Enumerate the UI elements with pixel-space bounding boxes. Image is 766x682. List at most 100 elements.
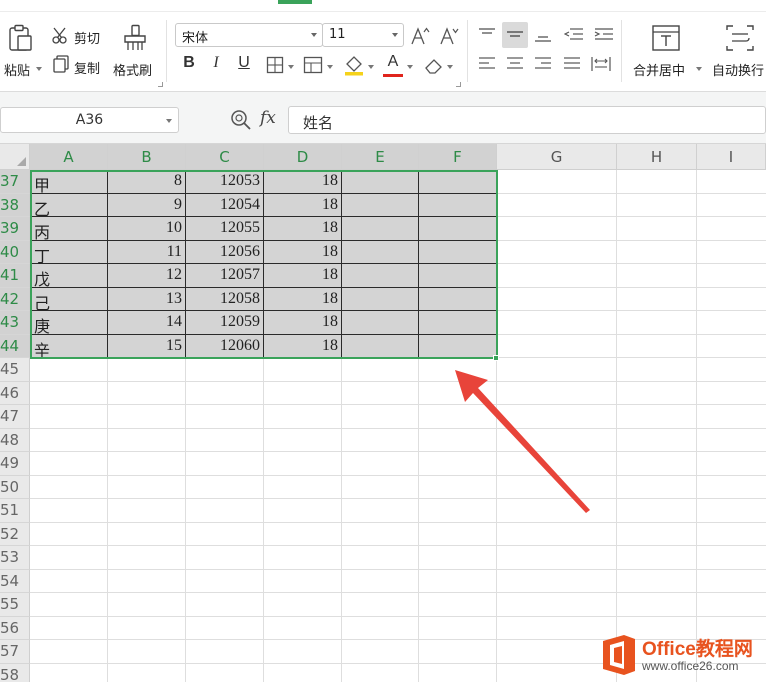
column-header-g[interactable]: G	[497, 144, 617, 170]
bold-button[interactable]: B	[180, 54, 198, 72]
ribbon-toolbar: 粘贴 剪切 复制 格式刷 宋体 11 B I U A 合并居中 自动换行	[0, 0, 766, 92]
active-tab-indicator	[278, 0, 312, 4]
row-header[interactable]: 40	[0, 240, 30, 264]
align-right-icon[interactable]	[534, 56, 552, 72]
name-box-value: A36	[75, 112, 104, 128]
copy-icon[interactable]	[53, 55, 69, 73]
row-header[interactable]: 44	[0, 334, 30, 358]
row-header[interactable]: 42	[0, 287, 30, 311]
decrease-indent-icon[interactable]	[564, 27, 584, 43]
ribbon-divider	[621, 20, 622, 82]
cell-style-dropdown-arrow[interactable]	[327, 65, 333, 69]
row-header[interactable]: 52	[0, 522, 30, 546]
font-name-select[interactable]: 宋体	[175, 23, 323, 47]
column-header-i[interactable]: I	[697, 144, 766, 170]
row-header[interactable]: 41	[0, 264, 30, 288]
wrap-text-icon[interactable]	[725, 24, 755, 52]
row-header[interactable]: 51	[0, 499, 30, 523]
column-header-b[interactable]: B	[108, 144, 186, 170]
row-header[interactable]: 38	[0, 193, 30, 217]
grid-column-line	[696, 170, 697, 682]
align-bottom-icon[interactable]	[534, 27, 552, 43]
row-header[interactable]: 50	[0, 475, 30, 499]
scissors-icon[interactable]	[52, 27, 70, 45]
watermark-url: www.office26.com	[642, 659, 739, 673]
select-all-corner[interactable]	[0, 144, 30, 170]
increase-indent-icon[interactable]	[594, 27, 614, 43]
align-center-icon[interactable]	[506, 56, 524, 72]
align-top-icon[interactable]	[478, 27, 496, 43]
ribbon-tab-strip	[0, 0, 766, 12]
merge-center-icon[interactable]	[651, 24, 681, 52]
merge-center-button[interactable]: 合并居中	[633, 60, 685, 79]
paste-dropdown-arrow[interactable]	[36, 67, 42, 71]
cell-style-icon[interactable]	[303, 56, 323, 74]
fill-color-dropdown-arrow[interactable]	[368, 65, 374, 69]
row-header[interactable]: 56	[0, 616, 30, 640]
copy-button[interactable]: 复制	[74, 58, 100, 77]
row-header[interactable]: 57	[0, 640, 30, 664]
grid-row-line	[30, 545, 766, 546]
spreadsheet-grid[interactable]: A B C D E F G H I 37 38 39 40 41 42 43 44 45 46 47 48 49 50 51 5…	[0, 144, 766, 682]
cut-button[interactable]: 剪切	[74, 28, 100, 47]
grid-row-line	[30, 592, 766, 593]
annotation-arrow	[455, 370, 590, 513]
font-name-value: 宋体	[182, 31, 209, 46]
column-header-a[interactable]: A	[30, 144, 108, 170]
row-header[interactable]: 48	[0, 428, 30, 452]
column-header-e[interactable]: E	[342, 144, 419, 170]
row-header[interactable]: 58	[0, 663, 30, 682]
row-header[interactable]: 43	[0, 311, 30, 335]
column-header-d[interactable]: D	[264, 144, 342, 170]
row-header[interactable]: 55	[0, 593, 30, 617]
grid-row-line	[30, 615, 766, 617]
eraser-icon[interactable]	[423, 55, 445, 75]
paste-icon[interactable]	[8, 24, 34, 52]
clear-dropdown-arrow[interactable]	[447, 65, 453, 69]
borders-icon[interactable]	[266, 56, 284, 74]
row-header[interactable]: 39	[0, 217, 30, 241]
fill-handle[interactable]	[493, 355, 499, 361]
column-header-c[interactable]: C	[186, 144, 264, 170]
row-header[interactable]: 45	[0, 358, 30, 382]
justify-icon[interactable]	[563, 56, 581, 72]
align-middle-button[interactable]	[502, 22, 528, 48]
format-painter-button[interactable]: 格式刷	[113, 60, 152, 79]
grid-row-line	[30, 568, 766, 570]
row-header[interactable]: 49	[0, 452, 30, 476]
column-header-h[interactable]: H	[617, 144, 697, 170]
decrease-font-size-icon[interactable]	[439, 26, 459, 46]
align-left-icon[interactable]	[478, 56, 496, 72]
grid-row-line	[30, 427, 766, 429]
increase-font-size-icon[interactable]	[410, 26, 430, 46]
merge-dropdown-arrow[interactable]	[696, 67, 702, 71]
fill-color-icon[interactable]	[343, 54, 365, 76]
align-middle-icon	[507, 31, 523, 37]
row-header[interactable]: 46	[0, 381, 30, 405]
row-header[interactable]: 54	[0, 569, 30, 593]
italic-button[interactable]: I	[207, 54, 225, 72]
row-header[interactable]: 37	[0, 170, 30, 194]
column-header-f[interactable]: F	[419, 144, 497, 170]
grid-row-line	[30, 498, 766, 499]
font-color-dropdown-arrow[interactable]	[407, 65, 413, 69]
distributed-align-icon[interactable]	[591, 55, 611, 73]
name-box[interactable]: A36	[0, 107, 179, 133]
watermark-title: Office教程网	[642, 639, 753, 660]
format-painter-icon[interactable]	[122, 24, 148, 52]
grid-row-line	[30, 404, 766, 405]
formula-input[interactable]: 姓名	[288, 106, 766, 134]
row-header[interactable]: 47	[0, 405, 30, 429]
wrap-text-button[interactable]: 自动换行	[712, 60, 764, 79]
zoom-search-icon[interactable]	[230, 109, 252, 131]
borders-dropdown-arrow[interactable]	[288, 65, 294, 69]
clipboard-group-launcher[interactable]	[158, 82, 163, 87]
row-header[interactable]: 53	[0, 546, 30, 570]
font-group-launcher[interactable]	[456, 82, 461, 87]
font-color-button[interactable]: A	[384, 53, 402, 71]
underline-button[interactable]: U	[235, 54, 253, 72]
insert-function-button[interactable]: fx	[260, 108, 276, 128]
paste-button[interactable]: 粘贴	[4, 60, 30, 79]
watermark: Office教程网 www.office26.com	[600, 630, 766, 682]
font-size-select[interactable]: 11	[322, 23, 404, 47]
